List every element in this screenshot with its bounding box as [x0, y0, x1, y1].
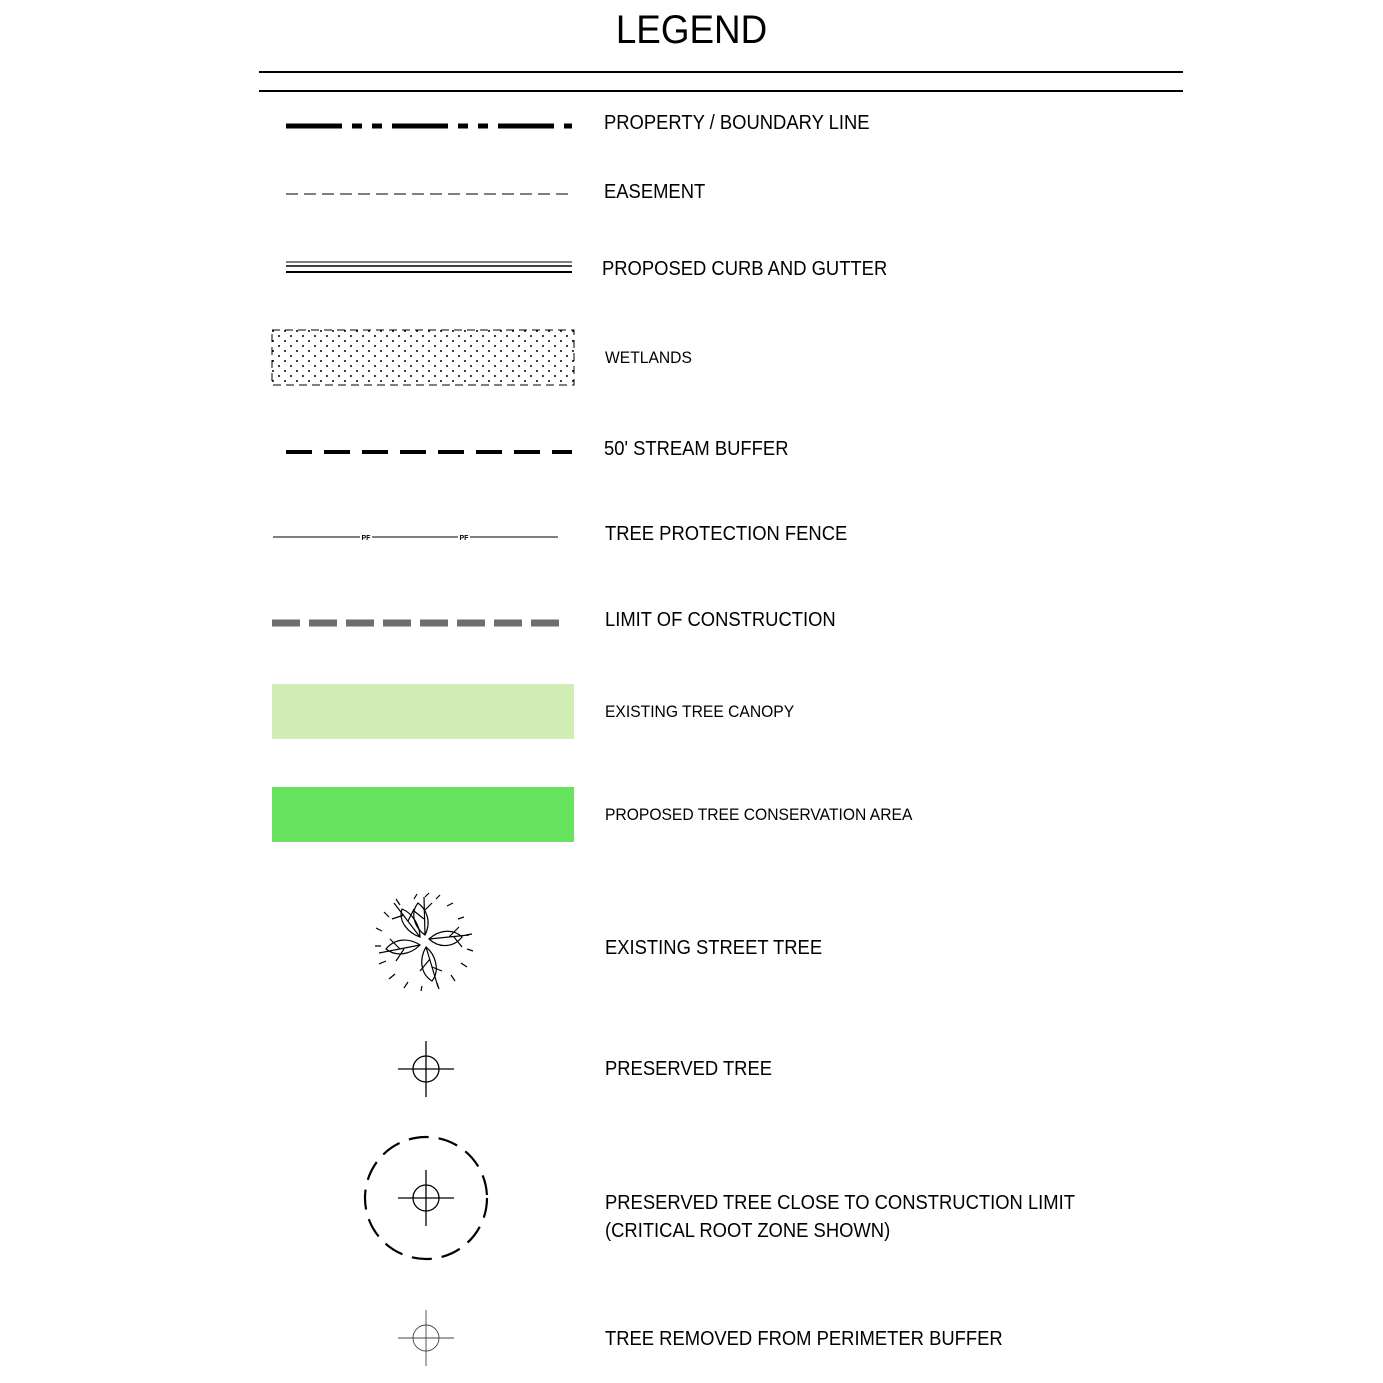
label-preserved-tree: PRESERVED TREE: [605, 1058, 773, 1080]
curb-and-gutter-symbol: [286, 261, 572, 273]
existing-tree-canopy-swatch: [272, 684, 574, 739]
fence-marker-1: PF: [362, 535, 372, 542]
label-tree-protection-fence: TREE PROTECTION FENCE: [605, 523, 848, 545]
label-limit-of-construction: LIMIT OF CONSTRUCTION: [605, 609, 836, 631]
label-line-2: (CRITICAL ROOT ZONE SHOWN): [605, 1220, 891, 1242]
label-preserved-tree-close-to-limit: PRESERVED TREE CLOSE TO CONSTRUCTION LIM…: [605, 1191, 1075, 1243]
preserved-tree-crosshair-icon: [398, 1041, 454, 1097]
fence-marker-2: PF: [460, 535, 470, 542]
label-existing-street-tree: EXISTING STREET TREE: [605, 937, 823, 959]
tree-removed-crosshair-icon: [398, 1310, 454, 1366]
label-property-boundary-line: PROPERTY / BOUNDARY LINE: [604, 112, 870, 134]
street-tree-icon: [375, 892, 474, 992]
label-wetlands: WETLANDS: [605, 348, 692, 367]
label-proposed-curb-and-gutter: PROPOSED CURB AND GUTTER: [602, 258, 888, 280]
label-proposed-tree-conservation-area: PROPOSED TREE CONSERVATION AREA: [605, 805, 913, 824]
wetlands-symbol: [271, 329, 575, 386]
property-boundary-line-symbol: [286, 123, 572, 129]
label-line-1: PRESERVED TREE CLOSE TO CONSTRUCTION LIM…: [605, 1192, 1075, 1214]
label-easement: EASEMENT: [604, 181, 706, 203]
label-existing-tree-canopy: EXISTING TREE CANOPY: [605, 702, 795, 721]
proposed-tree-conservation-swatch: [272, 787, 574, 842]
preserved-tree-crz-circle-icon: [363, 1135, 489, 1261]
title-rule-bottom: [259, 90, 1183, 92]
label-tree-removed: TREE REMOVED FROM PERIMETER BUFFER: [605, 1328, 1003, 1350]
legend-title: LEGEND: [615, 8, 768, 52]
stream-buffer-line-symbol: [286, 450, 572, 454]
title-rule-top: [259, 71, 1183, 73]
easement-line-symbol: [286, 193, 572, 195]
limit-of-construction-symbol: [272, 619, 560, 627]
tree-protection-fence-symbol: PF PF: [273, 535, 558, 542]
label-stream-buffer: 50' STREAM BUFFER: [604, 438, 789, 460]
